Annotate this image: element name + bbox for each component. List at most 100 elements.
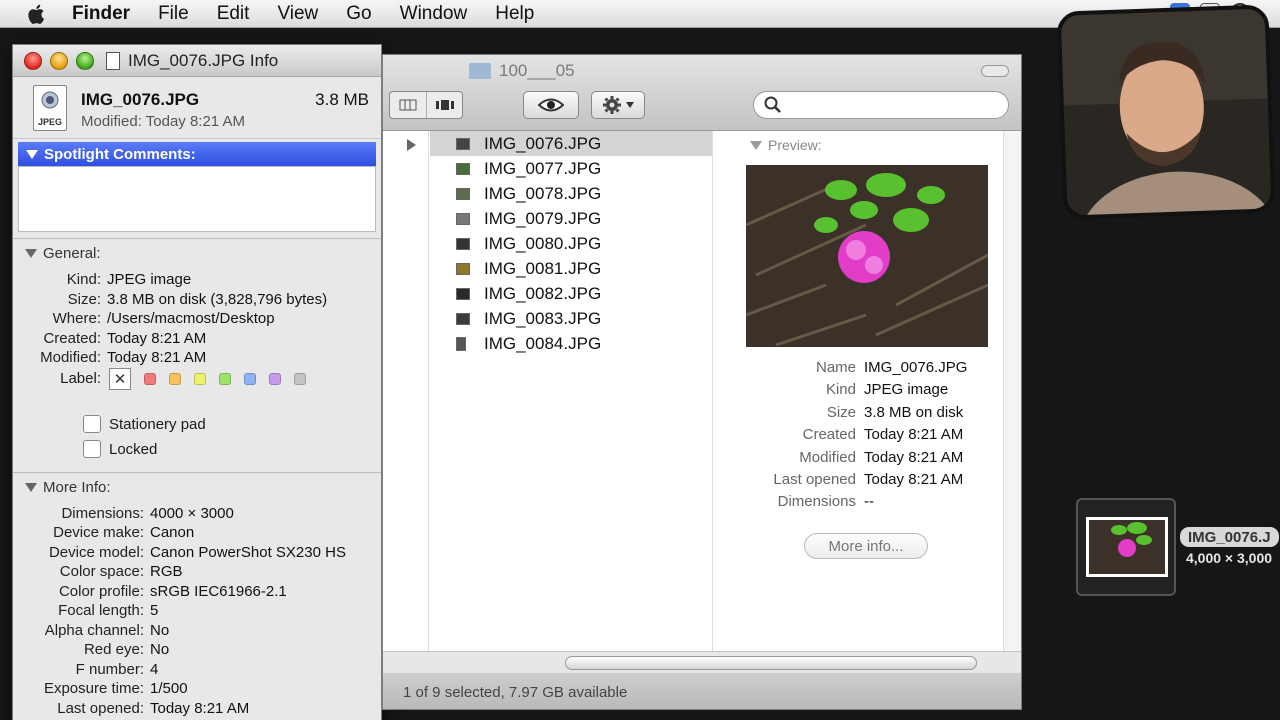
cover-flow-view-button[interactable]	[426, 92, 462, 118]
label-none-button[interactable]: ✕	[109, 367, 131, 390]
image-thumbnail-icon	[456, 137, 470, 150]
label-row: Label: ✕	[13, 367, 381, 390]
menu-go[interactable]: Go	[346, 3, 371, 25]
row-key: Color profile:	[58, 582, 144, 600]
spotlight-comments-header[interactable]: Spotlight Comments:	[18, 142, 376, 166]
label-purple[interactable]	[269, 372, 281, 385]
row-value: 3.8 MB on disk	[864, 403, 964, 421]
toolbar-toggle-button[interactable]	[981, 65, 1009, 77]
label-orange[interactable]	[169, 372, 181, 385]
row-value: IMG_0076.JPG	[864, 359, 968, 376]
file-row[interactable]: IMG_0081.JPG	[430, 256, 712, 281]
search-field[interactable]	[753, 91, 1009, 119]
info-title-bar[interactable]: IMG_0076.JPG Info	[13, 45, 381, 77]
file-row[interactable]: IMG_0077.JPG	[430, 156, 712, 181]
file-row[interactable]: IMG_0080.JPG	[430, 231, 712, 256]
menu-edit[interactable]: Edit	[217, 3, 250, 25]
columns-view-button[interactable]	[390, 92, 426, 118]
desktop-file-name[interactable]: IMG_0076.J	[1180, 527, 1279, 547]
status-text: 1 of 9 selected, 7.97 GB available	[403, 683, 628, 701]
disclosure-triangle-icon	[26, 149, 38, 159]
row-key: Red eye:	[83, 641, 144, 658]
file-name: IMG_0082.JPG	[484, 283, 602, 303]
more-info-section-header[interactable]: More Info:	[13, 471, 381, 502]
preview-meta-row: Size 3.8 MB on disk	[714, 402, 1004, 424]
parent-column[interactable]	[383, 131, 429, 651]
file-row[interactable]: IMG_0082.JPG	[430, 281, 712, 306]
finder-window: 100___05 IMG_0076.JPG IMG_0077.JPG IMG_0…	[382, 54, 1022, 710]
locked-option[interactable]: Locked	[83, 437, 381, 462]
preview-header[interactable]: Preview:	[750, 137, 822, 153]
jpeg-file-icon: JPEG	[33, 85, 67, 131]
file-header: JPEG IMG_0076.JPG 3.8 MB Modified: Today…	[13, 77, 381, 139]
label-red[interactable]	[144, 372, 156, 385]
file-size: 3.8 MB	[315, 90, 369, 109]
row-value: Today 8:21 AM	[150, 699, 250, 717]
preview-meta-row: Last opened Today 8:21 AM	[714, 469, 1004, 491]
stationery-pad-option[interactable]: Stationery pad	[83, 412, 381, 437]
general-row: Where: /Users/macmost/Desktop	[13, 309, 381, 329]
finder-title[interactable]: 100___05	[469, 61, 575, 81]
row-key: Last opened	[773, 471, 856, 489]
stationery-pad-label: Stationery pad	[109, 415, 206, 433]
row-key: Dimensions:	[61, 504, 144, 522]
search-icon	[764, 96, 781, 113]
label-yellow[interactable]	[194, 372, 206, 385]
menu-window[interactable]: Window	[400, 3, 468, 25]
label-key: Label:	[60, 370, 101, 387]
image-thumbnail-icon	[456, 187, 470, 200]
spotlight-comments-field[interactable]	[18, 166, 376, 232]
label-green[interactable]	[219, 372, 231, 385]
file-row[interactable]: IMG_0078.JPG	[430, 181, 712, 206]
menu-view[interactable]: View	[277, 3, 318, 25]
file-row[interactable]: IMG_0076.JPG	[430, 131, 712, 156]
file-name: IMG_0078.JPG	[484, 183, 602, 203]
row-key: Created:	[43, 329, 101, 347]
image-thumbnail-icon	[456, 312, 470, 325]
row-value: Today 8:21 AM	[864, 426, 964, 444]
locked-label: Locked	[109, 440, 158, 458]
more-info-button[interactable]: More info...	[804, 533, 928, 559]
label-blue[interactable]	[244, 372, 256, 385]
desktop-file-icon[interactable]	[1076, 498, 1176, 596]
stationery-pad-checkbox[interactable]	[83, 415, 101, 433]
status-bar: 1 of 9 selected, 7.97 GB available	[383, 673, 1021, 709]
locked-checkbox[interactable]	[83, 440, 101, 458]
row-value: RGB	[150, 563, 183, 580]
menu-finder[interactable]: Finder	[72, 3, 130, 25]
more-info-row: Color space: RGB	[13, 562, 381, 582]
row-value: 4	[150, 660, 159, 678]
menu-file[interactable]: File	[158, 3, 189, 25]
chevron-down-icon	[626, 102, 634, 108]
action-menu-button[interactable]	[591, 91, 645, 119]
file-row[interactable]: IMG_0083.JPG	[430, 306, 712, 331]
horizontal-scrollbar[interactable]	[383, 651, 1021, 673]
row-value: 3.8 MB on disk (3,828,796 bytes)	[107, 290, 328, 308]
row-key: Dimensions	[777, 493, 856, 511]
column-browser: IMG_0076.JPG IMG_0077.JPG IMG_0078.JPG I…	[383, 131, 1021, 651]
row-value: Canon PowerShot SX230 HS	[150, 543, 346, 561]
general-row: Kind: JPEG image	[13, 270, 381, 290]
close-button[interactable]	[24, 51, 42, 70]
file-row[interactable]: IMG_0079.JPG	[430, 206, 712, 231]
quick-look-button[interactable]	[523, 91, 579, 119]
apple-menu-icon[interactable]	[24, 3, 50, 25]
label-gray[interactable]	[294, 372, 306, 385]
more-info-row: Alpha channel: No	[13, 621, 381, 641]
menu-help[interactable]: Help	[495, 3, 534, 25]
file-row[interactable]: IMG_0084.JPG	[430, 331, 712, 356]
preview-meta-row: Dimensions --	[714, 491, 1004, 513]
file-name: IMG_0083.JPG	[484, 308, 602, 328]
row-value: JPEG image	[107, 271, 192, 288]
image-thumbnail-icon	[456, 237, 470, 250]
row-value: /Users/macmost/Desktop	[107, 310, 275, 327]
row-value: No	[150, 641, 170, 658]
document-proxy-icon[interactable]	[106, 51, 120, 70]
scrollbar-thumb[interactable]	[565, 656, 977, 670]
general-section-header[interactable]: General:	[13, 238, 381, 268]
minimize-button[interactable]	[50, 51, 68, 70]
row-value: No	[150, 621, 170, 639]
zoom-button[interactable]	[76, 51, 94, 70]
row-value: sRGB IEC61966-2.1	[150, 582, 287, 600]
empty-column[interactable]	[1004, 131, 1021, 651]
